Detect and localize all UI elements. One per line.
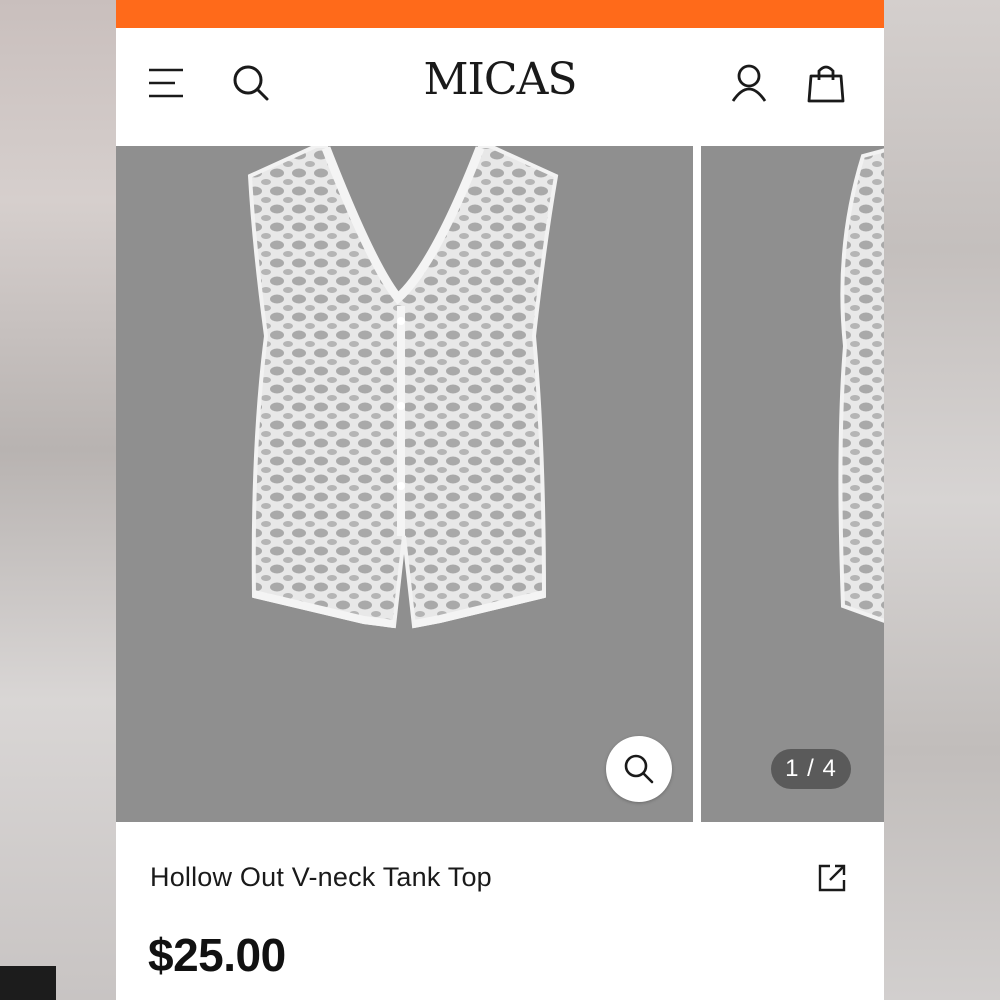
product-photo — [247, 146, 559, 629]
product-title: Hollow Out V-neck Tank Top — [150, 862, 492, 892]
account-button[interactable] — [725, 59, 773, 107]
product-photo-partial — [838, 148, 884, 623]
product-image-main[interactable] — [116, 146, 693, 822]
site-header: MICAS — [116, 28, 884, 146]
promo-banner[interactable] — [116, 0, 884, 28]
phone-screen: MICAS 1 / 4 Hollow Out V-neck Tank Top $… — [116, 0, 884, 1000]
share-button[interactable] — [814, 860, 850, 896]
product-image-next[interactable]: 1 / 4 — [701, 146, 884, 822]
product-gallery[interactable]: 1 / 4 — [116, 146, 884, 822]
corner-widget[interactable] — [0, 966, 56, 1000]
account-icon — [731, 64, 767, 102]
shopping-bag-icon — [807, 65, 845, 103]
background-blur-right — [884, 0, 1000, 1000]
product-info: Hollow Out V-neck Tank Top — [116, 840, 884, 920]
zoom-icon — [624, 754, 654, 784]
share-icon — [818, 864, 846, 892]
background-blur-left — [0, 0, 116, 1000]
zoom-button[interactable] — [606, 736, 672, 802]
cart-button[interactable] — [802, 59, 850, 107]
image-counter: 1 / 4 — [771, 749, 851, 789]
product-price: $25.00 — [148, 929, 286, 981]
